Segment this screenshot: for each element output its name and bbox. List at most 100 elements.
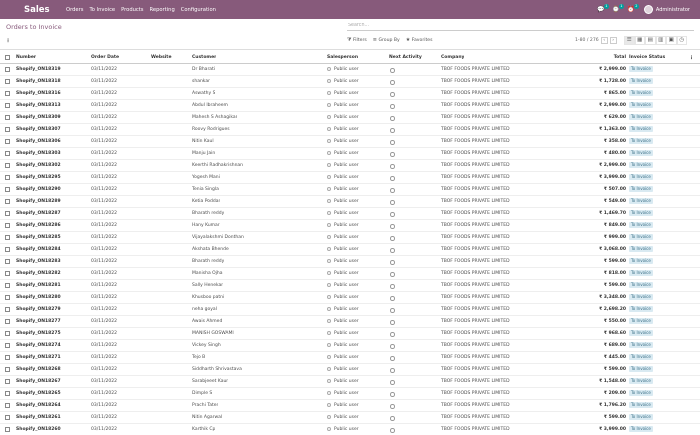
activity-clock-icon[interactable] <box>390 296 395 301</box>
table-row[interactable]: Shopify_ON18287 03/11/2022 Bharath reddy Pu… <box>0 208 700 220</box>
activity-clock-icon[interactable] <box>390 92 395 97</box>
row-checkbox[interactable] <box>5 379 10 384</box>
row-checkbox[interactable] <box>5 139 10 144</box>
chat-icon[interactable]: 💬 1 <box>596 3 609 15</box>
table-row[interactable]: Shopify_ON18275 03/11/2022 MANISH GOSWAMI P… <box>0 328 700 340</box>
row-checkbox[interactable] <box>5 247 10 252</box>
row-checkbox[interactable] <box>5 415 10 420</box>
activity-clock-icon[interactable] <box>390 344 395 349</box>
graph-view-icon[interactable]: ▥ <box>655 35 666 45</box>
filters-button[interactable]: ⧩ Filters <box>347 37 367 43</box>
row-checkbox[interactable] <box>5 367 10 372</box>
list-view-icon[interactable]: ☰ <box>624 35 635 45</box>
activity-clock-icon[interactable] <box>390 248 395 253</box>
row-checkbox[interactable] <box>5 163 10 168</box>
menu-products[interactable]: Products <box>121 7 143 13</box>
table-row[interactable]: Shopify_ON18286 03/11/2022 Hany Kumar Publi… <box>0 220 700 232</box>
table-row[interactable]: Shopify_ON18277 03/11/2022 Awais Ahmed Publ… <box>0 316 700 328</box>
table-row[interactable]: Shopify_ON18295 03/11/2022 Yogesh Mani Publ… <box>0 172 700 184</box>
table-row[interactable]: Shopify_ON18318 03/11/2022 shankar Public … <box>0 76 700 88</box>
table-row[interactable]: Shopify_ON18264 03/11/2022 Prachi Tater Pub… <box>0 400 700 412</box>
activity-clock-icon[interactable] <box>390 236 395 241</box>
activity-clock-icon[interactable] <box>390 212 395 217</box>
activity-clock-icon[interactable] <box>390 332 395 337</box>
row-checkbox[interactable] <box>5 427 10 432</box>
row-checkbox[interactable] <box>5 79 10 84</box>
user-menu[interactable]: Administrator <box>656 7 690 13</box>
table-row[interactable]: Shopify_ON18319 03/11/2022 Dr Bharati Publi… <box>0 64 700 76</box>
activity-clock-icon[interactable] <box>390 140 395 145</box>
table-row[interactable]: Shopify_ON18316 03/11/2022 Aswathy S Public… <box>0 88 700 100</box>
header-order-date[interactable]: Order Date <box>91 52 119 64</box>
table-row[interactable]: Shopify_ON18271 03/11/2022 Tejo B Public us… <box>0 352 700 364</box>
optional-columns-icon[interactable]: ⋮ <box>689 52 694 64</box>
table-row[interactable]: Shopify_ON18267 03/11/2022 Sarabjeeet Kaur… <box>0 376 700 388</box>
kanban-view-icon[interactable]: ▦ <box>634 35 645 45</box>
table-row[interactable]: Shopify_ON18290 03/11/2022 Tenia Singla Pub… <box>0 184 700 196</box>
row-checkbox[interactable] <box>5 91 10 96</box>
activity-clock-icon[interactable] <box>390 68 395 73</box>
menu-reporting[interactable]: Reporting <box>150 7 175 13</box>
header-number[interactable]: Number <box>16 52 36 64</box>
favorites-button[interactable]: ★ Favorites <box>406 37 433 43</box>
row-checkbox[interactable] <box>5 235 10 240</box>
table-row[interactable]: Shopify_ON18274 03/11/2022 Vickey Singh Pub… <box>0 340 700 352</box>
table-row[interactable]: Shopify_ON18285 03/11/2022 Vijayalakshmi D… <box>0 232 700 244</box>
pager-prev-icon[interactable]: ‹ <box>600 36 608 44</box>
pager-next-icon[interactable]: › <box>609 36 617 44</box>
calendar-view-icon[interactable]: ▣ <box>666 35 677 45</box>
header-total[interactable]: Total <box>560 52 626 64</box>
activity-clock-icon[interactable] <box>390 200 395 205</box>
row-checkbox[interactable] <box>5 259 10 264</box>
row-checkbox[interactable] <box>5 283 10 288</box>
row-checkbox[interactable] <box>5 307 10 312</box>
row-checkbox[interactable] <box>5 187 10 192</box>
table-row[interactable]: Shopify_ON18282 03/11/2022 Manisha Ojha Pub… <box>0 268 700 280</box>
activity-clock-icon[interactable] <box>390 404 395 409</box>
activity-clock-icon[interactable] <box>390 320 395 325</box>
header-salesperson[interactable]: Salesperson <box>327 52 358 64</box>
activity-clock-icon[interactable] <box>390 284 395 289</box>
row-checkbox[interactable] <box>5 103 10 108</box>
row-checkbox[interactable] <box>5 211 10 216</box>
row-checkbox[interactable] <box>5 223 10 228</box>
activity-clock-icon[interactable] <box>390 128 395 133</box>
activity-clock-icon[interactable] <box>390 176 395 181</box>
row-checkbox[interactable] <box>5 343 10 348</box>
header-next-activity[interactable]: Next Activity <box>389 52 422 64</box>
pager-range[interactable]: 1-80 / 276 <box>575 38 599 43</box>
download-icon[interactable]: ⭳ <box>7 36 9 46</box>
table-row[interactable]: Shopify_ON18302 03/11/2022 Keerthi Radhakr… <box>0 160 700 172</box>
table-row[interactable]: Shopify_ON18313 03/11/2022 Abdul Ibraheem P… <box>0 100 700 112</box>
activity-clock-icon[interactable] <box>390 272 395 277</box>
row-checkbox[interactable] <box>5 175 10 180</box>
search-input[interactable] <box>347 21 694 31</box>
table-row[interactable]: Shopify_ON18261 03/11/2022 Nitin Agarwal Pu… <box>0 412 700 424</box>
table-row[interactable]: Shopify_ON18283 03/11/2022 Bharath reddy Pu… <box>0 256 700 268</box>
activity-clock-icon[interactable] <box>390 308 395 313</box>
header-company[interactable]: Company <box>441 52 464 64</box>
row-checkbox[interactable] <box>5 127 10 132</box>
group-by-button[interactable]: ≡ Group By <box>373 37 400 43</box>
row-checkbox[interactable] <box>5 391 10 396</box>
header-customer[interactable]: Customer <box>192 52 216 64</box>
row-checkbox[interactable] <box>5 151 10 156</box>
activity-clock-icon[interactable] <box>390 104 395 109</box>
activity-clock-icon[interactable] <box>390 392 395 397</box>
row-checkbox[interactable] <box>5 295 10 300</box>
row-checkbox[interactable] <box>5 199 10 204</box>
table-row[interactable]: Shopify_ON18307 03/11/2022 Roovy Rodrigues… <box>0 124 700 136</box>
row-checkbox[interactable] <box>5 319 10 324</box>
select-all-checkbox[interactable] <box>5 55 10 60</box>
activity-clock-icon[interactable] <box>390 152 395 157</box>
table-row[interactable]: Shopify_ON18268 03/11/2022 Siddharth Shriv… <box>0 364 700 376</box>
row-checkbox[interactable] <box>5 355 10 360</box>
row-checkbox[interactable] <box>5 115 10 120</box>
activity-clock-icon[interactable] <box>390 224 395 229</box>
app-brand[interactable]: Sales <box>24 5 62 15</box>
activity-clock-icon[interactable] <box>390 368 395 373</box>
table-row[interactable]: Shopify_ON18284 03/11/2022 Akshata Bhende P… <box>0 244 700 256</box>
activity-clock-icon[interactable] <box>390 356 395 361</box>
activity-clock-icon[interactable] <box>390 80 395 85</box>
pivot-view-icon[interactable]: ▤ <box>645 35 656 45</box>
